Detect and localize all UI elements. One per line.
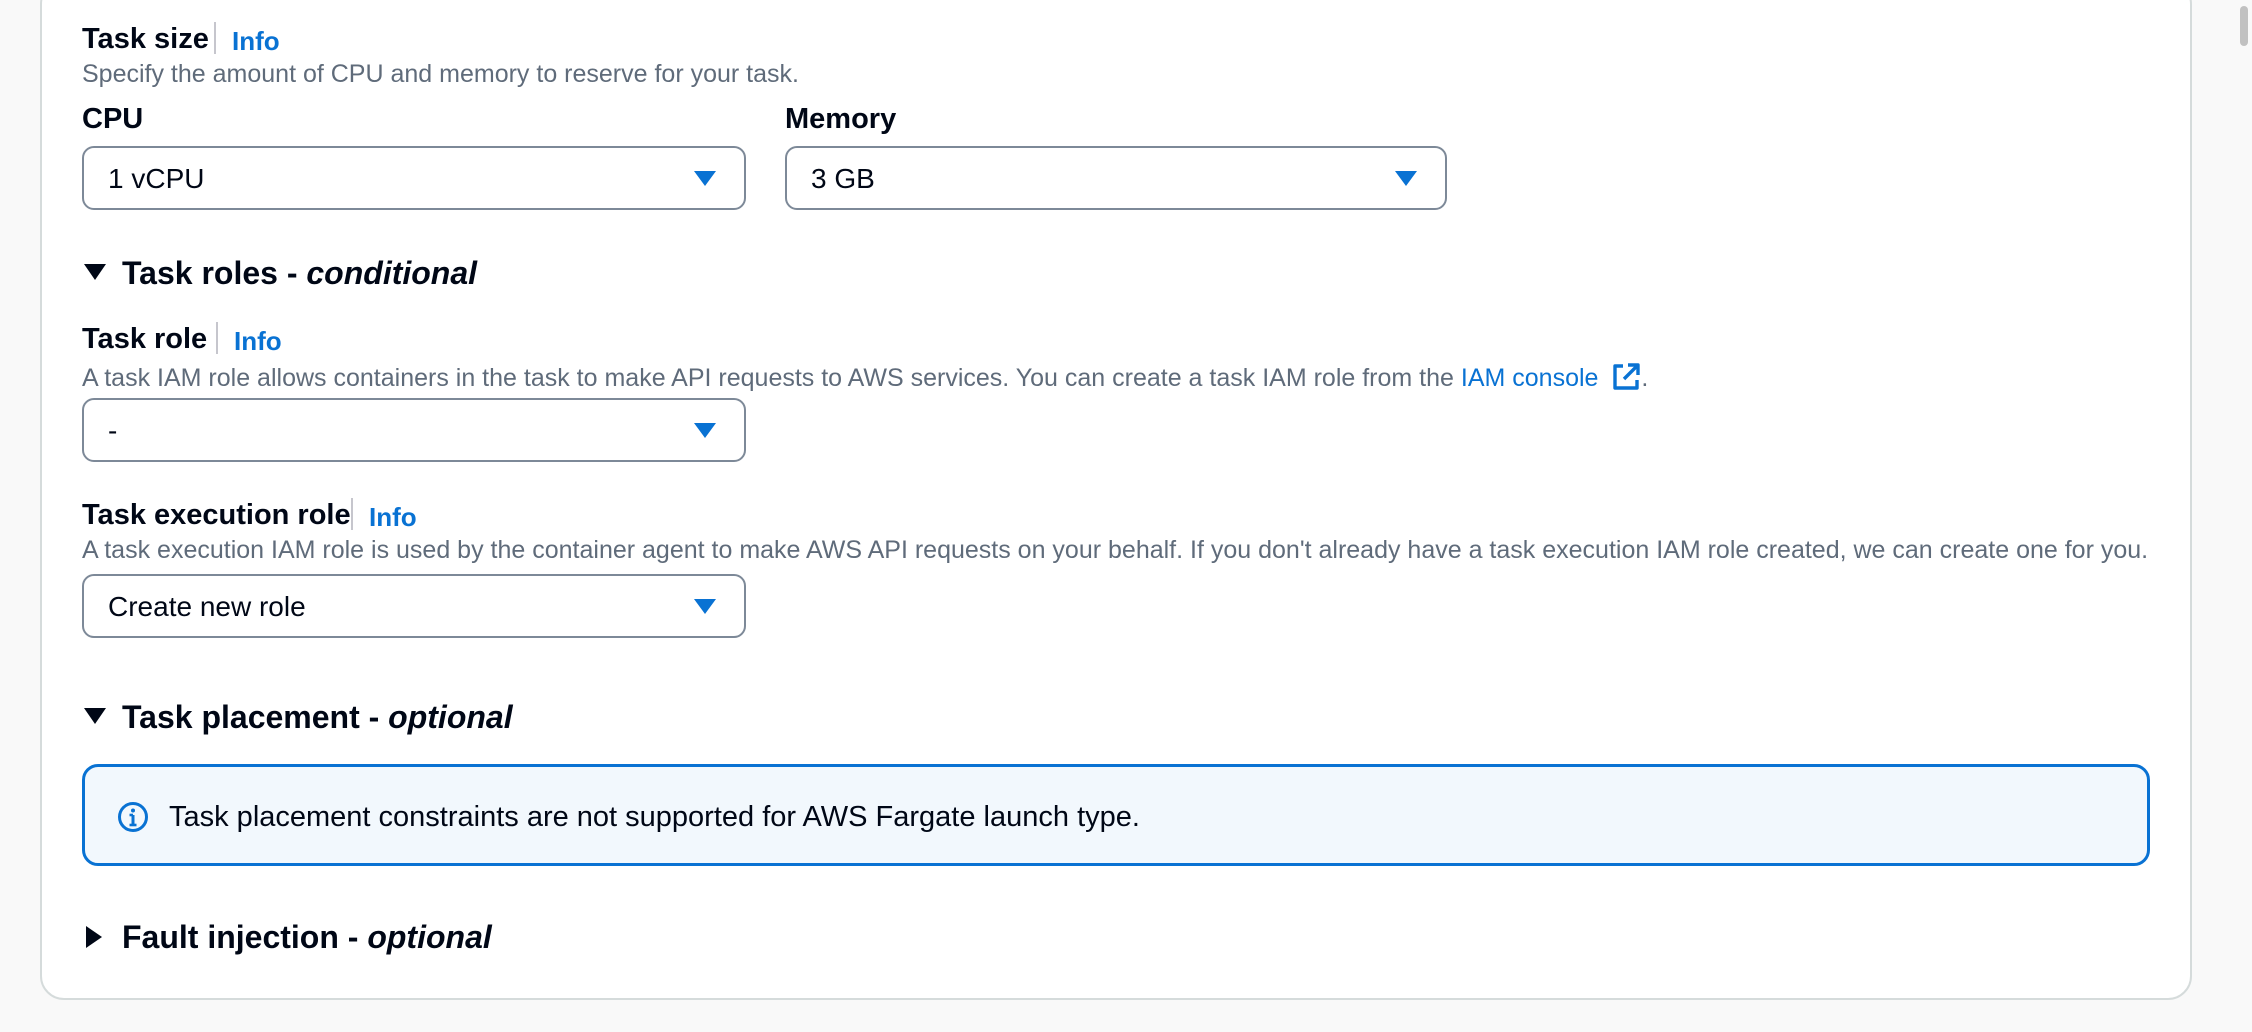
caret-down-icon bbox=[1395, 171, 1417, 186]
task-role-description-end: . bbox=[1641, 364, 1649, 392]
memory-label: Memory bbox=[785, 103, 897, 135]
fault-injection-suffix: optional bbox=[367, 919, 492, 955]
info-circle-icon bbox=[118, 802, 148, 832]
memory-select[interactable]: 3 GB bbox=[785, 146, 1447, 210]
task-execution-role-label: Task execution role bbox=[82, 499, 351, 531]
fault-injection-section-toggle[interactable]: Fault injection - optional bbox=[86, 921, 492, 953]
task-size-label: Task size bbox=[82, 23, 209, 55]
task-placement-alert-message: Task placement constraints are not suppo… bbox=[169, 801, 1140, 833]
task-size-info-link[interactable]: Info bbox=[232, 28, 280, 54]
task-role-info-link[interactable]: Info bbox=[234, 328, 282, 354]
task-role-select-value: - bbox=[108, 415, 118, 446]
task-roles-title: Task roles - bbox=[122, 255, 307, 291]
label-divider bbox=[214, 22, 216, 54]
external-link-icon bbox=[1613, 363, 1641, 390]
iam-console-link[interactable]: IAM console bbox=[1460, 363, 1642, 392]
caret-down-icon bbox=[694, 423, 716, 438]
task-size-description: Specify the amount of CPU and memory to … bbox=[82, 60, 799, 88]
label-divider bbox=[351, 498, 353, 530]
task-placement-section-toggle[interactable]: Task placement - optional bbox=[84, 701, 513, 733]
task-role-description: A task IAM role allows containers in the… bbox=[82, 362, 1648, 392]
label-divider bbox=[216, 322, 218, 354]
fault-injection-title: Fault injection - bbox=[122, 919, 368, 955]
cpu-label: CPU bbox=[82, 103, 144, 135]
cpu-select[interactable]: 1 vCPU bbox=[82, 146, 746, 210]
task-execution-role-description: A task execution IAM role is used by the… bbox=[82, 536, 2149, 564]
memory-select-value: 3 GB bbox=[811, 163, 875, 194]
triangle-right-icon bbox=[86, 925, 102, 948]
cpu-select-value: 1 vCPU bbox=[108, 163, 205, 194]
task-roles-section-toggle[interactable]: Task roles - conditional bbox=[84, 257, 477, 289]
caret-down-icon bbox=[694, 171, 716, 186]
task-roles-suffix: conditional bbox=[306, 255, 478, 291]
task-execution-role-select-value: Create new role bbox=[108, 591, 306, 622]
task-role-select[interactable]: - bbox=[82, 398, 746, 462]
task-execution-role-info-link[interactable]: Info bbox=[369, 504, 417, 530]
task-execution-role-select[interactable]: Create new role bbox=[82, 574, 746, 638]
caret-down-icon bbox=[694, 599, 716, 614]
task-role-description-text: A task IAM role allows containers in the… bbox=[82, 364, 1461, 392]
triangle-down-icon bbox=[84, 263, 106, 280]
task-placement-title: Task placement - bbox=[122, 699, 389, 735]
scrollbar-thumb[interactable] bbox=[2240, 6, 2248, 46]
iam-console-link-text: IAM console bbox=[1460, 364, 1599, 392]
page-scrollbar[interactable] bbox=[2236, 0, 2252, 1032]
task-role-label: Task role bbox=[82, 323, 208, 355]
task-placement-info-alert: Task placement constraints are not suppo… bbox=[82, 764, 2150, 866]
task-placement-suffix: optional bbox=[388, 699, 513, 735]
triangle-down-icon bbox=[84, 707, 106, 724]
